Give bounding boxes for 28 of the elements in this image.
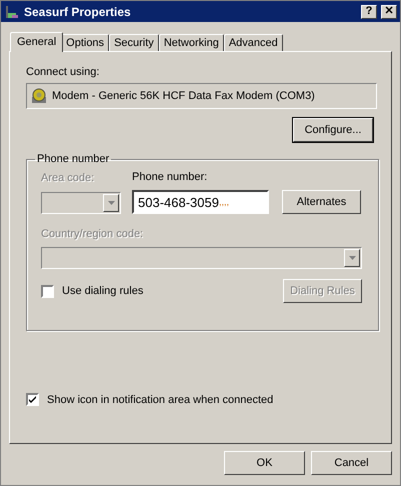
phone-number-label: Phone number: <box>132 171 208 183</box>
modem-icon <box>31 88 47 104</box>
checkmark-icon <box>29 396 36 403</box>
help-button[interactable]: ? <box>361 4 377 18</box>
tab[interactable]: General <box>10 32 64 52</box>
area-code-dropdown[interactable] <box>41 192 121 214</box>
connect-using-label: Connect using: <box>26 66 100 78</box>
country-code-dropdown[interactable] <box>41 247 362 269</box>
phone-number-field[interactable]: 503-468-3059,,,, <box>132 190 269 214</box>
checkbox[interactable] <box>41 284 54 298</box>
ok-button[interactable]: OK <box>224 451 305 475</box>
tab[interactable]: Advanced <box>224 34 283 51</box>
tab[interactable]: Options <box>61 34 110 51</box>
device-name: Modem - Generic 56K HCF Data Fax Modem (COM3) <box>52 90 315 102</box>
tab[interactable]: Security <box>109 34 159 51</box>
window-title: Seasurf Properties <box>24 4 132 18</box>
country-code-label: Country/region code: <box>41 228 144 240</box>
show-icon-label: Show icon in notification area when connected <box>47 394 274 406</box>
area-code-label: Area code: <box>41 172 96 184</box>
cancel-button[interactable]: Cancel <box>311 451 392 475</box>
checkbox[interactable] <box>26 393 39 406</box>
alternates-button[interactable]: Alternates <box>282 190 361 214</box>
tab[interactable]: Networking <box>158 34 224 51</box>
configure-button[interactable]: Configure... <box>293 118 373 142</box>
group-title: Phone number <box>36 153 110 165</box>
close-button[interactable]: ✕ <box>381 4 397 18</box>
use-dialing-rules-label: Use dialing rules <box>62 285 144 297</box>
network-icon <box>4 4 20 20</box>
